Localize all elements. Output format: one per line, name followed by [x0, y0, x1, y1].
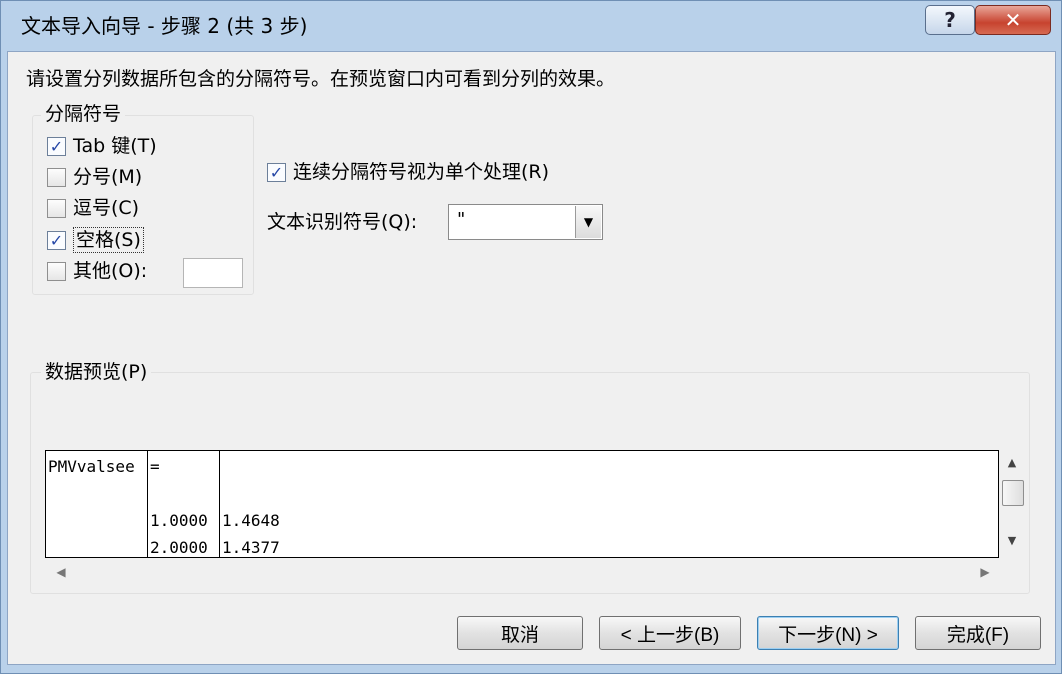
instruction-text: 请设置分列数据所包含的分隔符号。在预览窗口内可看到分列的效果。 — [26, 68, 616, 90]
other-delimiter-input[interactable] — [183, 258, 243, 288]
close-button[interactable]: ✕ — [975, 5, 1051, 35]
help-icon: ? — [944, 8, 956, 32]
semicolon-delimiter-checkbox[interactable]: 分号(M) — [47, 165, 142, 189]
scroll-thumb[interactable] — [1002, 480, 1024, 506]
close-icon: ✕ — [1004, 8, 1022, 32]
space-delimiter-label: 空格(S) — [73, 227, 144, 253]
comma-delimiter-label: 逗号(C) — [73, 197, 140, 219]
text-qualifier-value: " — [457, 209, 466, 230]
checkbox-checked-icon[interactable]: ✓ — [47, 136, 66, 156]
cancel-button[interactable]: 取消 — [457, 616, 583, 650]
scroll-up-arrow-icon[interactable]: ▲ — [1000, 450, 1024, 474]
back-button[interactable]: < 上一步(B) — [599, 616, 741, 650]
delimiters-group-label: 分隔符号 — [41, 102, 126, 126]
dialog-content: 请设置分列数据所包含的分隔符号。在预览窗口内可看到分列的效果。 分隔符号 ✓ T… — [7, 51, 1056, 665]
checkbox-unchecked-icon[interactable] — [47, 261, 66, 281]
preview-horizontal-scrollbar[interactable]: ◀ ▶ — [45, 560, 999, 584]
checkbox-unchecked-icon[interactable] — [47, 167, 66, 187]
treat-consecutive-delimiters-checkbox[interactable]: ✓ 连续分隔符号视为单个处理(R) — [267, 160, 549, 184]
dropdown-arrow-icon[interactable]: ▼ — [575, 206, 601, 238]
column-divider[interactable] — [219, 451, 220, 557]
tab-delimiter-label: Tab 键(T) — [73, 135, 157, 157]
window-title: 文本导入向导 - 步骤 2 (共 3 步) — [21, 14, 308, 38]
checkbox-checked-icon[interactable]: ✓ — [267, 162, 286, 182]
preview-cell: 2.0000 — [150, 538, 208, 557]
checkbox-unchecked-icon[interactable] — [47, 198, 66, 218]
checkbox-checked-icon[interactable]: ✓ — [47, 230, 66, 250]
preview-cell: PMVvalsee — [48, 457, 135, 476]
preview-cell: 1.4648 — [222, 511, 280, 530]
column-divider[interactable] — [147, 451, 148, 557]
scroll-down-arrow-icon[interactable]: ▼ — [1000, 528, 1024, 552]
finish-button[interactable]: 完成(F) — [915, 616, 1041, 650]
next-button[interactable]: 下一步(N) > — [757, 616, 899, 650]
text-import-wizard-window: 文本导入向导 - 步骤 2 (共 3 步) ? ✕ 请设置分列数据所包含的分隔符… — [0, 0, 1062, 674]
comma-delimiter-checkbox[interactable]: 逗号(C) — [47, 196, 139, 220]
text-qualifier-dropdown[interactable]: " ▼ — [448, 204, 603, 240]
tab-delimiter-checkbox[interactable]: ✓ Tab 键(T) — [47, 134, 157, 158]
scroll-right-arrow-icon[interactable]: ▶ — [973, 560, 997, 584]
text-qualifier-label: 文本识别符号(Q): — [267, 211, 418, 233]
scroll-left-arrow-icon[interactable]: ◀ — [49, 560, 73, 584]
preview-vertical-scrollbar[interactable]: ▲ ▼ — [1000, 450, 1024, 558]
other-delimiter-label: 其他(O): — [73, 260, 148, 282]
data-preview-label: 数据预览(P) — [41, 359, 152, 385]
preview-cell: = — [150, 457, 160, 476]
other-delimiter-checkbox[interactable]: 其他(O): — [47, 259, 147, 283]
help-button[interactable]: ? — [925, 5, 975, 35]
title-bar[interactable]: 文本导入向导 - 步骤 2 (共 3 步) ? ✕ — [1, 1, 1061, 49]
data-preview-grid[interactable]: PMVvalsee = 1.0000 1.4648 2.0000 1.4377 — [45, 450, 999, 558]
preview-cell: 1.4377 — [222, 538, 280, 557]
delimiters-group: 分隔符号 ✓ Tab 键(T) 分号(M) 逗号(C) ✓ 空格(S) 其他(O… — [32, 102, 254, 295]
space-delimiter-checkbox[interactable]: ✓ 空格(S) — [47, 227, 144, 253]
semicolon-delimiter-label: 分号(M) — [73, 166, 143, 188]
treat-consecutive-delimiters-label: 连续分隔符号视为单个处理(R) — [293, 161, 550, 183]
preview-cell: 1.0000 — [150, 511, 208, 530]
